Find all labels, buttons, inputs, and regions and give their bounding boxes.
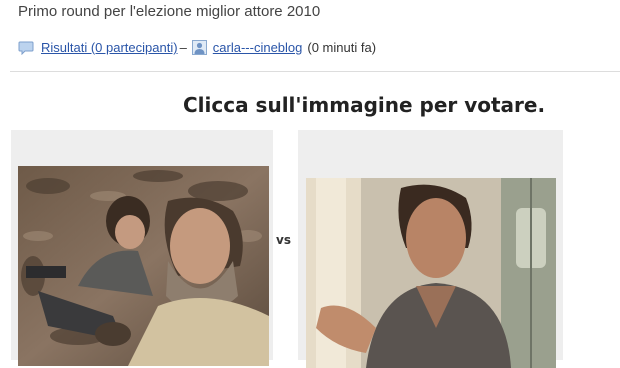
post-time-ago: (0 minuti fa) — [307, 40, 377, 55]
user-avatar-icon — [191, 40, 207, 55]
author-link[interactable]: carla---cineblog — [213, 40, 303, 55]
speech-bubble-icon — [18, 41, 34, 55]
candidate-photo-right[interactable] — [306, 178, 556, 368]
versus-label: vs — [276, 233, 291, 247]
candidate-card-right — [298, 130, 563, 368]
post-subtitle: Primo round per l'elezione miglior attor… — [18, 3, 321, 20]
results-link[interactable]: Risultati (0 partecipanti) — [41, 40, 178, 55]
meta-separator: – — [179, 40, 187, 55]
header-divider — [10, 71, 620, 72]
post-meta: Risultati (0 partecipanti) – carla---cin… — [18, 40, 376, 55]
candidate-photo-left[interactable] — [18, 166, 269, 366]
candidate-card-left — [11, 130, 273, 366]
vote-instruction: Clicca sull'immagine per votare. — [183, 93, 546, 117]
